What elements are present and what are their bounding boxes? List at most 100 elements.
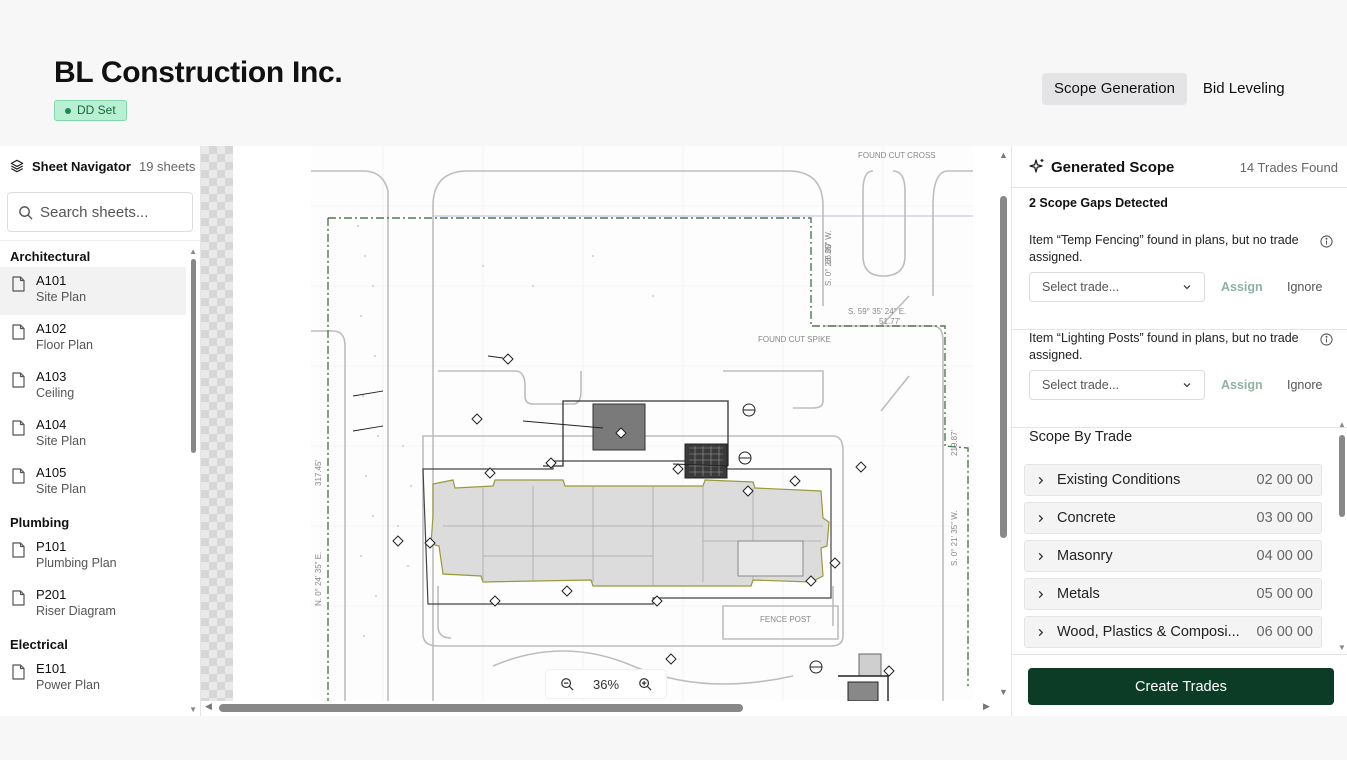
sheet-desc: Ceiling <box>36 386 75 400</box>
scroll-down-arrow-icon[interactable]: ▼ <box>999 687 1008 697</box>
trade-name: Wood, Plastics & Composi... <box>1057 624 1240 640</box>
trade-select-dropdown[interactable]: Select trade... <box>1029 370 1205 400</box>
svg-text:S. 59° 35' 24" E.: S. 59° 35' 24" E. <box>848 307 906 316</box>
sheet-item-a105[interactable]: A105 Site Plan <box>0 459 186 507</box>
svg-text:219.87': 219.87' <box>950 430 959 456</box>
scroll-down-arrow-icon[interactable]: ▼ <box>189 705 197 714</box>
chevron-right-icon <box>1038 476 1044 485</box>
zoom-out-icon[interactable] <box>560 677 574 691</box>
info-icon[interactable] <box>1320 235 1333 248</box>
sheet-desc: Site Plan <box>36 290 87 304</box>
svg-text:FOUND CUT CROSS: FOUND CUT CROSS <box>858 151 936 160</box>
scope-title: Generated Scope <box>1051 159 1175 176</box>
sheet-count: 19 sheets <box>138 158 196 174</box>
trade-row-metals[interactable]: Metals 05 00 00 <box>1024 578 1322 610</box>
trade-select-placeholder: Select trade... <box>1042 280 1120 294</box>
trade-name: Concrete <box>1057 510 1116 526</box>
file-icon <box>12 372 25 388</box>
group-label-electrical: Electrical <box>10 637 68 652</box>
trade-select-dropdown[interactable]: Select trade... <box>1029 272 1205 302</box>
navigator-scroll-thumb[interactable] <box>191 259 196 453</box>
sheet-desc: Plumbing Plan <box>36 556 117 570</box>
scroll-down-arrow-icon[interactable]: ▼ <box>1338 643 1346 652</box>
sheet-code: E101 <box>36 661 67 676</box>
gap-message: Item “Lighting Posts” found in plans, bu… <box>1029 331 1299 362</box>
chevron-right-icon <box>1038 514 1044 523</box>
scroll-left-arrow-icon[interactable]: ◀ <box>205 701 212 712</box>
scope-header: Generated Scope 14 Trades Found <box>1012 146 1347 188</box>
scroll-up-arrow-icon[interactable]: ▲ <box>1338 420 1346 429</box>
trade-list-scroll-thumb[interactable] <box>1339 435 1345 517</box>
sheet-item-a103[interactable]: A103 Ceiling <box>0 363 186 411</box>
site-plan-drawing[interactable]: S. 59° 35' 24" E. 51.77' FOUND CUT CROSS… <box>233 146 995 701</box>
navigator-title: Sheet Navigator <box>32 158 131 174</box>
navigator-header: Sheet Navigator 19 sheets <box>10 157 195 175</box>
chevron-right-icon <box>1038 628 1044 637</box>
scope-footer: Create Trades <box>1012 654 1347 716</box>
trade-row-existing-conditions[interactable]: Existing Conditions 02 00 00 <box>1024 464 1322 496</box>
file-icon <box>12 542 25 558</box>
sheet-item-a104[interactable]: A104 Site Plan <box>0 411 186 459</box>
sheet-desc: Power Plan <box>36 678 100 692</box>
trade-row-masonry[interactable]: Masonry 04 00 00 <box>1024 540 1322 572</box>
viewer-vertical-scroll-thumb[interactable] <box>1000 196 1007 538</box>
layers-icon <box>10 159 24 173</box>
file-icon <box>12 590 25 606</box>
trade-row-wood-plastics-composites[interactable]: Wood, Plastics & Composi... 06 00 00 <box>1024 616 1322 648</box>
search-icon <box>19 206 33 220</box>
file-icon <box>12 276 25 292</box>
file-icon <box>12 468 25 484</box>
sheet-desc: Riser Diagram <box>36 604 116 618</box>
group-label-plumbing: Plumbing <box>10 515 70 530</box>
assign-button[interactable]: Assign <box>1221 280 1263 294</box>
viewer-horizontal-scroll-thumb[interactable] <box>219 704 743 712</box>
drawing-viewer[interactable]: S. 59° 35' 24" E. 51.77' FOUND CUT CROSS… <box>201 146 1011 716</box>
sheet-code: A104 <box>36 417 67 432</box>
trade-code: 05 00 00 <box>1256 586 1313 602</box>
svg-text:66.00': 66.00' <box>824 242 833 264</box>
zoom-level: 36% <box>592 676 620 692</box>
sheet-list: Architectural A101 Site Plan A102 Floor … <box>0 241 186 703</box>
badge-label: DD Set <box>77 103 116 117</box>
svg-text:FOUND CUT SPIKE: FOUND CUT SPIKE <box>758 335 831 344</box>
drawing-set-badge: DD Set <box>54 100 127 121</box>
sheet-item-p201[interactable]: P201 Riser Diagram <box>0 581 186 629</box>
status-dot-icon <box>65 108 71 114</box>
chevron-right-icon <box>1038 552 1044 561</box>
scroll-right-arrow-icon[interactable]: ▶ <box>983 701 990 712</box>
ignore-button[interactable]: Ignore <box>1287 280 1322 294</box>
sheet-desc: Site Plan <box>36 434 87 448</box>
trade-row-concrete[interactable]: Concrete 03 00 00 <box>1024 502 1322 534</box>
sparkle-icon <box>1029 159 1044 173</box>
trade-name: Masonry <box>1057 548 1113 564</box>
create-trades-button[interactable]: Create Trades <box>1028 668 1334 705</box>
sheet-item-p101[interactable]: P101 Plumbing Plan <box>0 533 186 581</box>
info-icon[interactable] <box>1320 333 1333 346</box>
sheet-desc: Site Plan <box>36 482 87 496</box>
scroll-up-arrow-icon[interactable]: ▲ <box>999 150 1008 160</box>
sheet-item-a101[interactable]: A101 Site Plan <box>0 267 186 315</box>
sheet-code: A103 <box>36 369 67 384</box>
trade-name: Metals <box>1057 586 1100 602</box>
generated-scope-panel: Generated Scope 14 Trades Found 2 Scope … <box>1011 146 1347 716</box>
sheet-code: P101 <box>36 539 67 554</box>
sheet-navigator: Sheet Navigator 19 sheets Architectural … <box>0 146 201 716</box>
scope-gaps-heading: 2 Scope Gaps Detected <box>1029 196 1168 210</box>
sheet-item-e101[interactable]: E101 Power Plan <box>0 655 186 703</box>
main-tabs: Scope Generation Bid Leveling <box>1042 73 1297 105</box>
svg-text:S. 0° 21' 35" W.: S. 0° 21' 35" W. <box>950 510 959 566</box>
zoom-in-icon[interactable] <box>638 677 652 691</box>
svg-text:51.77': 51.77' <box>879 317 901 326</box>
file-icon <box>12 324 25 340</box>
ignore-button[interactable]: Ignore <box>1287 378 1322 392</box>
scope-gap-card: Item “Temp Fencing” found in plans, but … <box>1012 232 1347 330</box>
trade-code: 04 00 00 <box>1256 548 1313 564</box>
assign-button[interactable]: Assign <box>1221 378 1263 392</box>
tab-bid-leveling[interactable]: Bid Leveling <box>1191 73 1297 105</box>
svg-text:317.45': 317.45' <box>314 460 323 486</box>
scroll-up-arrow-icon[interactable]: ▲ <box>189 247 197 256</box>
sheet-code: A101 <box>36 273 67 288</box>
sheet-item-a102[interactable]: A102 Floor Plan <box>0 315 186 363</box>
tab-scope-generation[interactable]: Scope Generation <box>1042 73 1187 105</box>
search-input[interactable] <box>40 193 188 231</box>
